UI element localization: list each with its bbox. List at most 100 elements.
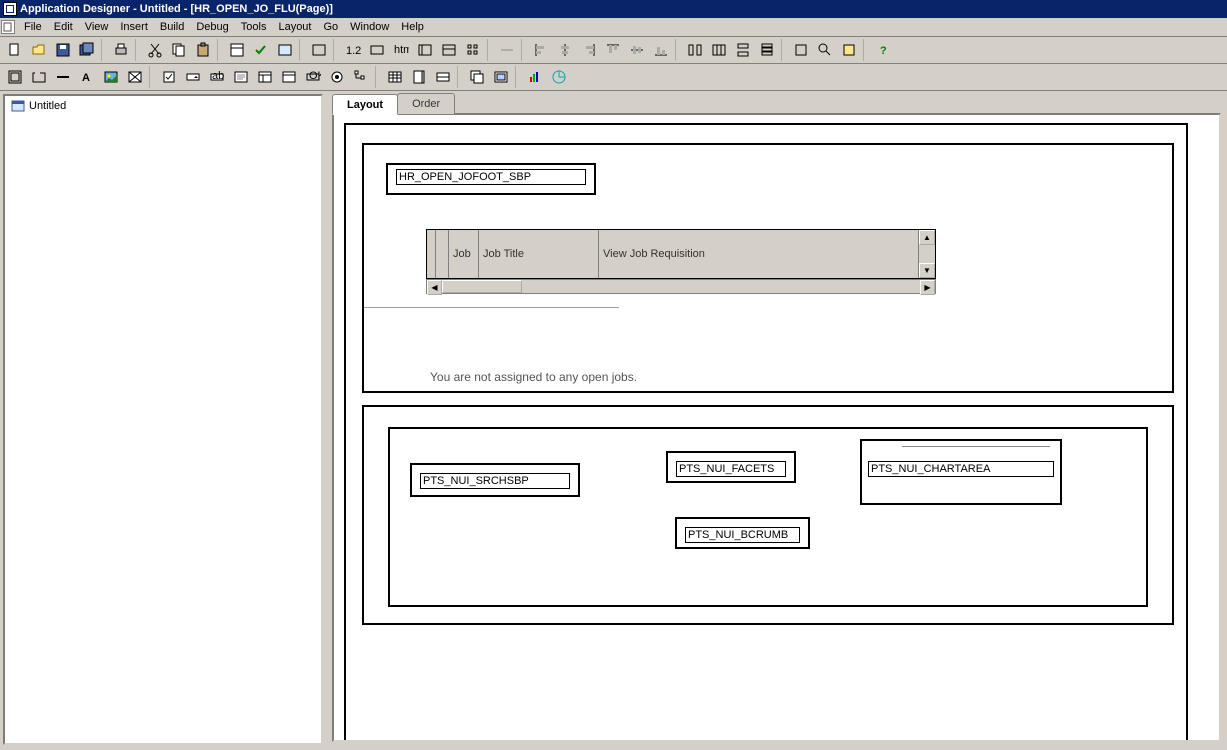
find-button[interactable] <box>813 39 836 61</box>
menu-build[interactable]: Build <box>154 19 190 35</box>
secpage-tool-button[interactable] <box>489 66 512 88</box>
subpage-label: HR_OPEN_JOFOOT_SBP <box>396 169 586 185</box>
job-grid[interactable]: Job Job Title View Job Requisition ▲ ▼ <box>426 229 936 279</box>
open-button[interactable] <box>27 39 50 61</box>
frame-pts-nui-chartarea[interactable]: PTS_NUI_CHARTAREA <box>860 439 1062 505</box>
print-button[interactable] <box>109 39 132 61</box>
toolbar-btn[interactable] <box>365 39 388 61</box>
scroll-down-icon[interactable]: ▼ <box>919 263 935 278</box>
paste-button[interactable] <box>191 39 214 61</box>
grid-hscroll[interactable]: ◀ ▶ <box>426 279 936 294</box>
separator-icon <box>375 66 380 88</box>
toolbar-btn[interactable] <box>495 39 518 61</box>
page-frame[interactable]: HR_OPEN_JOFOOT_SBP Job Job Title View Jo… <box>344 123 1188 742</box>
grid-vscroll[interactable]: ▲ ▼ <box>919 230 935 278</box>
grid-col-blank[interactable] <box>436 230 449 278</box>
project-tree-panel: Untitled <box>3 94 323 745</box>
static-image-tool-button[interactable] <box>123 66 146 88</box>
subpage-pts-nui-bcrumb[interactable]: PTS_NUI_BCRUMB <box>675 517 810 549</box>
toolbar-btn[interactable] <box>437 39 460 61</box>
pushbutton-tool-button[interactable]: OK <box>301 66 324 88</box>
nested-frame[interactable]: PTS_NUI_SRCHSBP PTS_NUI_FACETS PTS_NUI_B… <box>388 427 1148 607</box>
longedit-tool-button[interactable] <box>229 66 252 88</box>
tab-layout[interactable]: Layout <box>332 94 398 115</box>
text-tool-button[interactable]: A <box>75 66 98 88</box>
menu-bar: File Edit View Insert Build Debug Tools … <box>0 18 1227 37</box>
subpage-pts-nui-facets[interactable]: PTS_NUI_FACETS <box>666 451 796 483</box>
toolbar-btn[interactable] <box>277 66 300 88</box>
analytic-tool-button[interactable] <box>547 66 570 88</box>
subpage-hr-open-jofoot[interactable]: HR_OPEN_JOFOOT_SBP <box>386 163 596 195</box>
toolbar-btn[interactable] <box>683 39 706 61</box>
separator-icon <box>781 39 786 61</box>
menu-file[interactable]: File <box>18 19 48 35</box>
toolbar-btn[interactable]: 1.2 <box>341 39 364 61</box>
scroll-up-icon[interactable]: ▲ <box>919 230 935 245</box>
menu-tools[interactable]: Tools <box>235 19 273 35</box>
project-button[interactable] <box>273 39 296 61</box>
scroll-left-icon[interactable]: ◀ <box>427 280 442 295</box>
dropdown-tool-button[interactable] <box>181 66 204 88</box>
subpage-tool-button[interactable] <box>465 66 488 88</box>
toolbar-btn[interactable] <box>253 66 276 88</box>
page-canvas[interactable]: HR_OPEN_JOFOOT_SBP Job Job Title View Jo… <box>332 113 1221 742</box>
align-right-button[interactable] <box>577 39 600 61</box>
toolbar-btn[interactable] <box>789 39 812 61</box>
svg-text:?: ? <box>880 45 887 57</box>
align-top-button[interactable] <box>601 39 624 61</box>
separator-icon <box>487 39 492 61</box>
properties-button[interactable] <box>225 39 248 61</box>
subpage-pts-nui-srchsbp[interactable]: PTS_NUI_SRCHSBP <box>410 463 580 497</box>
validate-button[interactable] <box>249 39 272 61</box>
new-button[interactable] <box>3 39 26 61</box>
menu-insert[interactable]: Insert <box>114 19 154 35</box>
image-tool-button[interactable] <box>99 66 122 88</box>
menu-debug[interactable]: Debug <box>190 19 234 35</box>
grid-col-view-req[interactable]: View Job Requisition <box>599 230 919 278</box>
grid-tool-button[interactable] <box>383 66 406 88</box>
groupbox-tool-button[interactable] <box>27 66 50 88</box>
save-all-button[interactable] <box>75 39 98 61</box>
grid-col-job[interactable]: Job <box>449 230 479 278</box>
toolbar-btn[interactable] <box>707 39 730 61</box>
align-bottom-button[interactable] <box>649 39 672 61</box>
separator-icon <box>675 39 680 61</box>
cut-button[interactable] <box>143 39 166 61</box>
menu-layout[interactable]: Layout <box>272 19 317 35</box>
editbox-tool-button[interactable]: ab| <box>205 66 228 88</box>
checkbox-tool-button[interactable] <box>157 66 180 88</box>
line-tool-button[interactable] <box>51 66 74 88</box>
page-section-2[interactable]: PTS_NUI_SRCHSBP PTS_NUI_FACETS PTS_NUI_B… <box>362 405 1174 625</box>
toolbar-btn[interactable] <box>307 39 330 61</box>
toolbar-btn[interactable] <box>431 66 454 88</box>
scroll-tool-button[interactable] <box>407 66 430 88</box>
menu-edit[interactable]: Edit <box>48 19 79 35</box>
menu-help[interactable]: Help <box>395 19 430 35</box>
menu-view[interactable]: View <box>79 19 115 35</box>
chart-tool-button[interactable] <box>523 66 546 88</box>
toolbar-btn[interactable]: html <box>389 39 412 61</box>
divider-line <box>902 446 1050 447</box>
frame-tool-button[interactable] <box>3 66 26 88</box>
toolbar-btn[interactable] <box>461 39 484 61</box>
save-button[interactable] <box>51 39 74 61</box>
radio-tool-button[interactable] <box>325 66 348 88</box>
toolbar-btn[interactable] <box>755 39 778 61</box>
tree-tool-button[interactable] <box>349 66 372 88</box>
project-tree-root[interactable]: Untitled <box>5 96 321 116</box>
copy-button[interactable] <box>167 39 190 61</box>
toolbar-btn[interactable] <box>837 39 860 61</box>
scroll-right-icon[interactable]: ▶ <box>920 280 935 295</box>
page-section-1[interactable]: HR_OPEN_JOFOOT_SBP Job Job Title View Jo… <box>362 143 1174 393</box>
grid-col-job-title[interactable]: Job Title <box>479 230 599 278</box>
align-center-h-button[interactable] <box>553 39 576 61</box>
menu-window[interactable]: Window <box>344 19 395 35</box>
align-left-button[interactable] <box>529 39 552 61</box>
help-button[interactable]: ? <box>871 39 894 61</box>
menu-go[interactable]: Go <box>317 19 344 35</box>
align-middle-button[interactable] <box>625 39 648 61</box>
toolbar-btn[interactable] <box>731 39 754 61</box>
tab-order[interactable]: Order <box>397 93 455 114</box>
toolbar-btn[interactable] <box>413 39 436 61</box>
doc-icon <box>1 20 15 34</box>
